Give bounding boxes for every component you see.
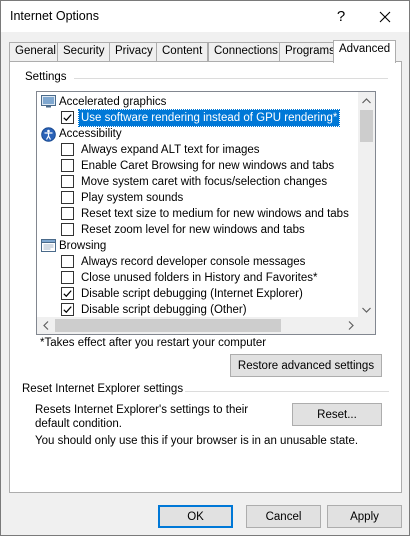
settings-tree[interactable]: Accelerated graphics Use software renderi… — [36, 91, 376, 335]
chevron-down-icon — [362, 307, 371, 313]
vertical-scroll-thumb[interactable] — [360, 110, 373, 142]
settings-option[interactable]: Always record developer console messages — [37, 254, 359, 270]
settings-group-label: Settings — [22, 71, 70, 83]
option-label[interactable]: Play system sounds — [79, 190, 185, 206]
tab-advanced[interactable]: Advanced — [333, 40, 397, 63]
tab-privacy[interactable]: Privacy — [109, 42, 159, 62]
category-label: Browsing — [59, 240, 107, 252]
scroll-right-arrow[interactable] — [342, 317, 359, 334]
checkbox-checked[interactable] — [61, 303, 74, 316]
checkbox[interactable] — [61, 207, 74, 220]
title-bar: Internet Options ? — [1, 1, 409, 32]
scroll-up-arrow[interactable] — [358, 92, 375, 109]
settings-option[interactable]: Enable Caret Browsing for new windows an… — [37, 158, 359, 174]
option-label[interactable]: Always record developer console messages — [79, 254, 307, 270]
window-title: Internet Options — [10, 9, 99, 23]
tab-general[interactable]: General — [9, 42, 62, 62]
apply-button[interactable]: Apply — [327, 505, 402, 528]
category-label: Accessibility — [59, 128, 122, 140]
ok-button[interactable]: OK — [158, 505, 233, 528]
option-label[interactable]: Use software rendering instead of GPU re… — [77, 109, 341, 127]
option-label[interactable]: Close unused folders in History and Favo… — [79, 270, 320, 286]
settings-option[interactable]: Always expand ALT text for images — [37, 142, 359, 158]
restore-advanced-settings-button[interactable]: Restore advanced settings — [230, 354, 382, 377]
reset-warning: You should only use this if your browser… — [35, 435, 359, 447]
option-label[interactable]: Enable Caret Browsing for new windows an… — [79, 158, 336, 174]
checkbox-checked[interactable] — [61, 111, 74, 124]
chevron-right-icon — [348, 321, 354, 330]
reset-section-divider — [185, 391, 389, 392]
settings-option[interactable]: Play system sounds — [37, 190, 359, 206]
help-button[interactable]: ? — [321, 1, 361, 32]
tab-content[interactable]: Content — [156, 42, 209, 62]
checkbox[interactable] — [61, 271, 74, 284]
option-label[interactable]: Reset zoom level for new windows and tab… — [79, 222, 307, 238]
reset-section-label: Reset Internet Explorer settings — [22, 383, 184, 395]
reset-description: Resets Internet Explorer's settings to t… — [35, 404, 249, 430]
advanced-tab-panel: Settings Accelerated graphics Use softwar… — [9, 61, 402, 493]
scrollbar-corner — [358, 317, 375, 334]
internet-options-dialog: Internet Options ? General Security Priv… — [0, 0, 410, 536]
settings-option[interactable]: Use software rendering instead of GPU re… — [37, 109, 359, 127]
accessibility-icon — [41, 127, 56, 142]
checkbox[interactable] — [61, 175, 74, 188]
option-label[interactable]: Disable script debugging (Internet Explo… — [79, 286, 305, 302]
tab-connections[interactable]: Connections — [208, 42, 284, 62]
settings-option[interactable]: Move system caret with focus/selection c… — [37, 174, 359, 190]
settings-option[interactable]: Reset zoom level for new windows and tab… — [37, 222, 359, 238]
settings-option[interactable]: Disable script debugging (Other) — [37, 302, 359, 318]
scroll-down-arrow[interactable] — [358, 301, 375, 318]
scroll-left-arrow[interactable] — [37, 317, 54, 334]
checkbox[interactable] — [61, 159, 74, 172]
option-label[interactable]: Move system caret with focus/selection c… — [79, 174, 329, 190]
reset-button[interactable]: Reset... — [292, 403, 382, 426]
settings-group-divider — [74, 78, 388, 79]
settings-category: Accessibility — [37, 126, 359, 142]
vertical-scrollbar[interactable] — [358, 92, 375, 318]
settings-tree-rows: Accelerated graphics Use software renderi… — [37, 94, 359, 318]
checkbox[interactable] — [61, 143, 74, 156]
settings-category: Accelerated graphics — [37, 94, 359, 110]
close-icon — [379, 11, 391, 22]
category-label: Accelerated graphics — [59, 96, 167, 108]
browser-window-icon — [41, 239, 56, 252]
chevron-left-icon — [42, 321, 48, 330]
monitor-icon — [41, 95, 56, 108]
chevron-up-icon — [362, 97, 371, 103]
settings-category: Browsing — [37, 238, 359, 254]
tab-security[interactable]: Security — [57, 42, 111, 62]
checkbox[interactable] — [61, 223, 74, 236]
checkbox-checked[interactable] — [61, 287, 74, 300]
checkbox[interactable] — [61, 255, 74, 268]
restart-note: *Takes effect after you restart your com… — [40, 337, 267, 349]
cancel-button[interactable]: Cancel — [246, 505, 321, 528]
settings-option[interactable]: Disable script debugging (Internet Explo… — [37, 286, 359, 302]
option-label[interactable]: Reset text size to medium for new window… — [79, 206, 351, 222]
horizontal-scroll-thumb[interactable] — [55, 319, 281, 332]
checkbox[interactable] — [61, 191, 74, 204]
option-label[interactable]: Disable script debugging (Other) — [79, 302, 249, 318]
close-button[interactable] — [365, 1, 405, 32]
horizontal-scrollbar[interactable] — [37, 317, 359, 334]
settings-option[interactable]: Reset text size to medium for new window… — [37, 206, 359, 222]
settings-option[interactable]: Close unused folders in History and Favo… — [37, 270, 359, 286]
option-label[interactable]: Always expand ALT text for images — [79, 142, 262, 158]
tab-programs[interactable]: Programs — [279, 42, 341, 62]
